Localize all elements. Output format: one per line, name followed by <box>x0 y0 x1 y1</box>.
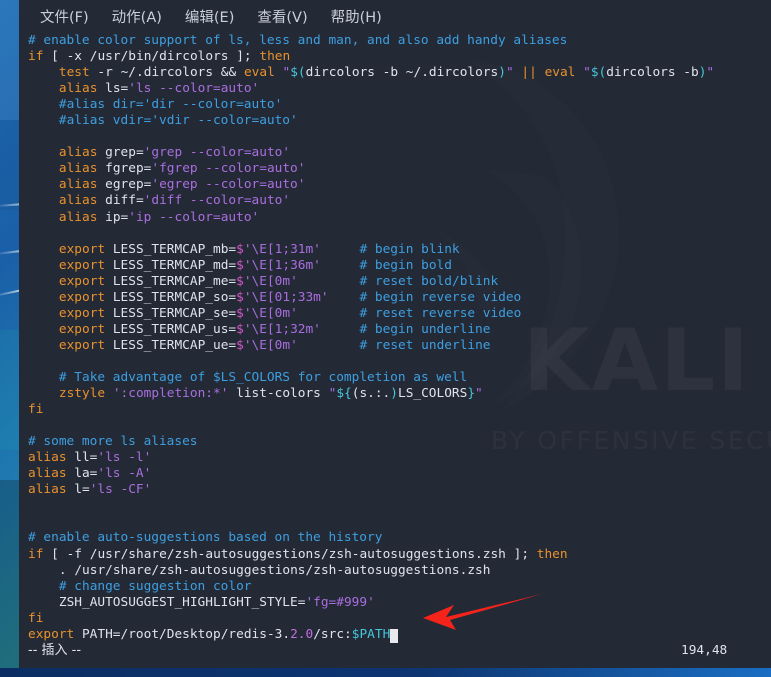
editor-line[interactable]: if [ -f /usr/share/zsh-autosuggestions/z… <box>28 547 771 563</box>
editor-line[interactable]: if [ -x /usr/bin/dircolors ]; then <box>28 49 771 65</box>
editor-line[interactable]: fi <box>28 402 771 418</box>
wallpaper-facet <box>0 480 19 670</box>
editor-line[interactable]: export LESS_TERMCAP_se=$'\E[0m' # reset … <box>28 306 771 322</box>
editor-line[interactable]: # some more ls aliases <box>28 434 771 450</box>
editor-cursor-position: 194,48 <box>681 642 728 658</box>
editor-line[interactable]: fi <box>28 611 771 627</box>
editor-line[interactable]: export LESS_TERMCAP_mb=$'\E[1;31m' # beg… <box>28 242 771 258</box>
editor-line[interactable] <box>28 354 771 370</box>
editor-line[interactable]: alias ls='ls --color=auto' <box>28 81 771 97</box>
editor-status-line: -- 插入 -- 194,48 <box>19 643 771 659</box>
editor-line[interactable]: alias la='ls -A' <box>28 466 771 482</box>
taskbar[interactable] <box>0 668 771 677</box>
editor-line[interactable] <box>28 514 771 530</box>
editor-line[interactable]: # change suggestion color <box>28 579 771 595</box>
editor-line[interactable]: #alias vdir='vdir --color=auto' <box>28 113 771 129</box>
editor-line[interactable]: # enable auto-suggestions based on the h… <box>28 530 771 546</box>
menu-item-file[interactable]: 文件(F) <box>40 6 89 27</box>
editor-line[interactable]: # Take advantage of $LS_COLORS for compl… <box>28 370 771 386</box>
menu-item-actions[interactable]: 动作(A) <box>112 6 162 27</box>
wallpaper-facet <box>0 0 19 120</box>
editor-line[interactable]: export LESS_TERMCAP_so=$'\E[01;33m' # be… <box>28 290 771 306</box>
editor-line[interactable]: alias diff='diff --color=auto' <box>28 193 771 209</box>
editor-line[interactable]: alias grep='grep --color=auto' <box>28 145 771 161</box>
editor-line[interactable]: export PATH=/root/Desktop/redis-3.2.0/sr… <box>28 627 771 643</box>
text-cursor <box>390 628 398 643</box>
editor-line[interactable] <box>28 418 771 434</box>
editor-line[interactable]: alias ll='ls -l' <box>28 450 771 466</box>
menu-item-edit[interactable]: 编辑(E) <box>185 6 234 27</box>
editor-line[interactable]: export LESS_TERMCAP_me=$'\E[0m' # reset … <box>28 274 771 290</box>
menu-bar[interactable]: 文件(F) 动作(A) 编辑(E) 查看(V) 帮助(H) <box>19 0 771 33</box>
terminal-window[interactable]: KALI BY OFFENSIVE SECURITY 文件(F) 动作(A) 编… <box>19 0 771 668</box>
editor-line[interactable]: alias fgrep='fgrep --color=auto' <box>28 161 771 177</box>
editor-line[interactable]: zstyle ':completion:*' list-colors "${(s… <box>28 386 771 402</box>
editor-line[interactable]: alias ip='ip --color=auto' <box>28 210 771 226</box>
menu-item-view[interactable]: 查看(V) <box>257 6 307 27</box>
editor-line[interactable]: export LESS_TERMCAP_md=$'\E[1;36m' # beg… <box>28 258 771 274</box>
wallpaper-facet <box>0 120 19 210</box>
editor-line[interactable]: alias l='ls -CF' <box>28 482 771 498</box>
editor-line[interactable]: export LESS_TERMCAP_us=$'\E[1;32m' # beg… <box>28 322 771 338</box>
editor-line[interactable]: ZSH_AUTOSUGGEST_HIGHLIGHT_STYLE='fg=#999… <box>28 595 771 611</box>
editor-line[interactable]: test -r ~/.dircolors && eval "$(dircolor… <box>28 65 771 81</box>
menu-item-help[interactable]: 帮助(H) <box>331 6 382 27</box>
editor-buffer[interactable]: # enable color support of ls, less and m… <box>19 33 771 643</box>
editor-line[interactable]: alias egrep='egrep --color=auto' <box>28 177 771 193</box>
editor-line[interactable]: . /usr/share/zsh-autosuggestions/zsh-aut… <box>28 563 771 579</box>
editor-line[interactable]: #alias dir='dir --color=auto' <box>28 97 771 113</box>
editor-mode-label: -- 插入 -- <box>28 642 82 658</box>
editor-line[interactable]: export LESS_TERMCAP_ue=$'\E[0m' # reset … <box>28 338 771 354</box>
editor-line[interactable]: # enable color support of ls, less and m… <box>28 33 771 49</box>
wallpaper-facet <box>0 330 19 450</box>
editor-line[interactable] <box>28 498 771 514</box>
editor-line[interactable] <box>28 129 771 145</box>
editor-line[interactable] <box>28 226 771 242</box>
